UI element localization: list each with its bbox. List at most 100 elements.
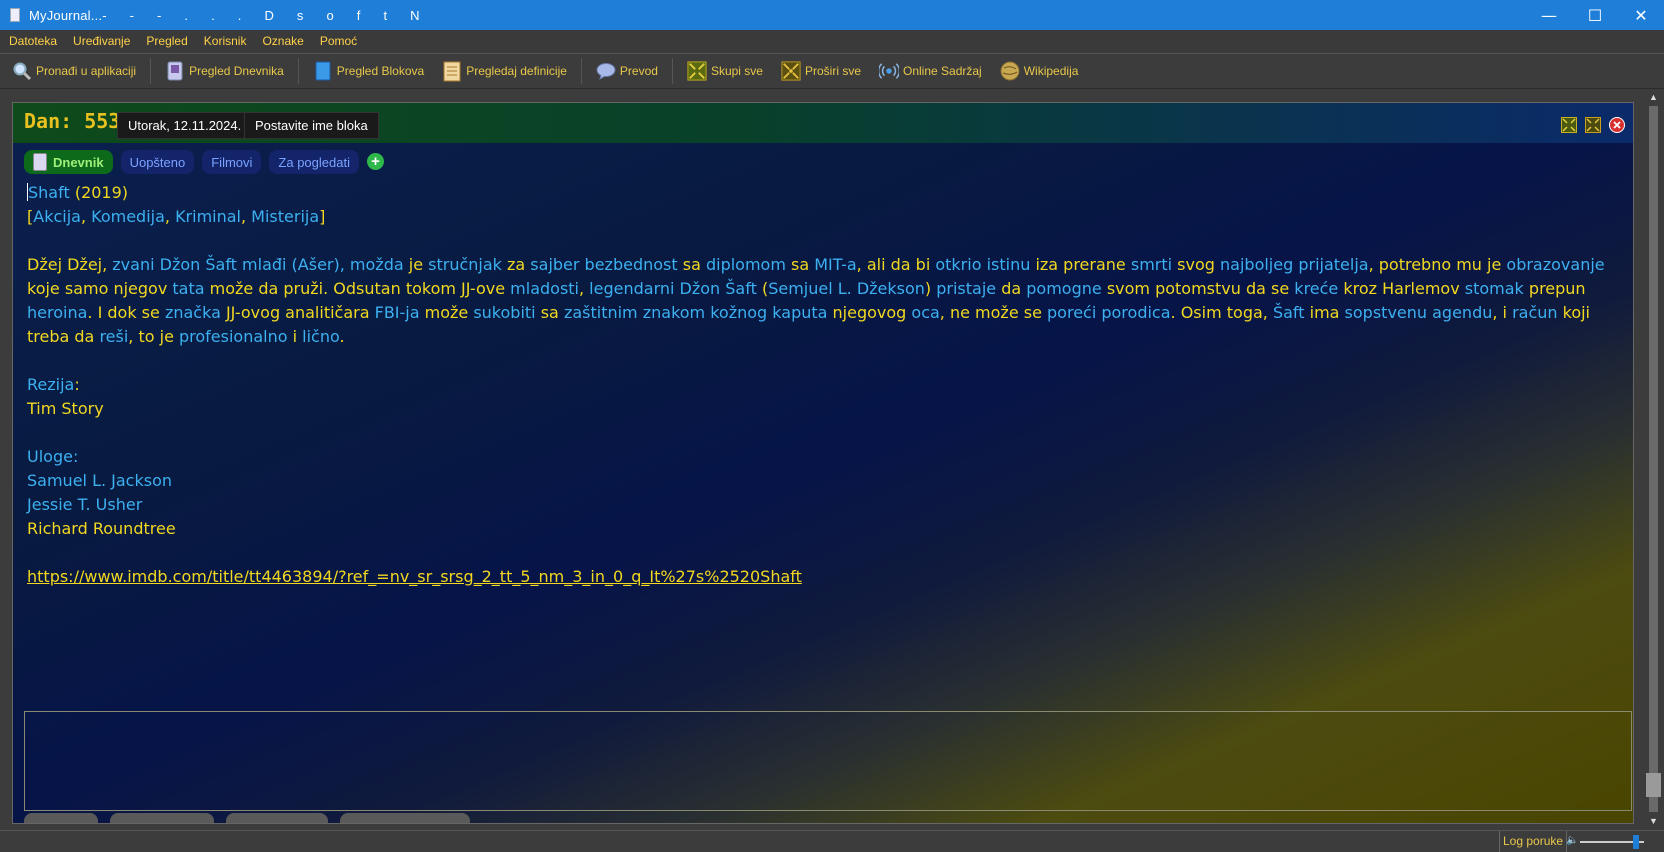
find-in-app-label: Pronađi u aplikaciji [36, 64, 137, 78]
description-segment: Semjuel L. Džekson [768, 279, 925, 298]
description-segment: sajber bezbednost [530, 255, 683, 274]
description-segment: značka [164, 303, 226, 322]
journal-icon [33, 153, 47, 171]
menu-oznake[interactable]: Oznake [262, 34, 303, 48]
imdb-link[interactable]: https://www.imdb.com/title/tt4463894/?re… [27, 567, 802, 586]
description-segment: sa [791, 255, 815, 274]
bottom-tab[interactable] [24, 813, 98, 823]
collapse-arrows-icon [687, 60, 707, 82]
journal-view-label: Pregled Dnevnika [189, 64, 284, 78]
magnifier-icon [12, 60, 32, 82]
menu-pomoc[interactable]: Pomoć [320, 34, 357, 48]
movie-description: Džej Džej, zvani Džon Šaft mlađi (Ašer),… [27, 253, 1619, 349]
vertical-scrollbar[interactable]: ▲ ▼ [1645, 90, 1662, 828]
description-segment: mladosti [510, 279, 579, 298]
notes-input-box[interactable] [24, 711, 1632, 811]
description-segment: je [408, 255, 429, 274]
minimize-button[interactable]: — [1526, 0, 1572, 30]
collapse-all-label: Skupi sve [710, 64, 763, 78]
log-messages-button[interactable]: Log poruke [1499, 831, 1568, 852]
tab-filmovi[interactable]: Filmovi [202, 150, 262, 174]
collapse-block-icon[interactable] [1561, 117, 1577, 133]
movie-year: (2019) [74, 183, 129, 202]
description-segment: sa [540, 303, 564, 322]
description-segment: otkrio istinu [935, 255, 1036, 274]
add-tab-button[interactable]: + [366, 153, 384, 170]
scroll-track[interactable] [1649, 106, 1658, 812]
speaker-icon: 🔈 [1566, 835, 1579, 846]
bottom-tab[interactable] [226, 813, 328, 823]
bottom-tab[interactable] [110, 813, 214, 823]
cast-member: Samuel L. Jackson [27, 471, 172, 490]
volume-slider-knob[interactable] [1633, 835, 1639, 849]
scroll-thumb[interactable] [1646, 773, 1661, 797]
bottom-tab[interactable] [340, 813, 470, 823]
cast-heading: Uloge: [27, 447, 79, 466]
online-content-label: Online Sadržaj [903, 64, 982, 78]
scroll-down-arrow-icon[interactable]: ▼ [1647, 814, 1660, 828]
definitions-view-button[interactable]: Pregledaj definicije [442, 60, 567, 82]
toolbar: Pronađi u aplikaciji Pregled Dnevnika Pr… [0, 53, 1664, 89]
globe-icon [1000, 60, 1020, 82]
blue-book-icon [313, 60, 333, 82]
description-segment: MIT-a [814, 255, 857, 274]
translate-label: Prevod [619, 64, 658, 78]
genre: Komedija [91, 207, 165, 226]
description-segment: sopstvenu [1344, 303, 1433, 322]
description-segment: i [292, 327, 303, 346]
director-heading: Rezija: [27, 375, 80, 394]
description-segment: ) [924, 279, 937, 298]
description-segment: , i [1492, 303, 1513, 322]
menu-uredivanje[interactable]: Uređivanje [73, 34, 130, 48]
speech-bubble-icon [596, 60, 616, 82]
movie-title: Shaft [28, 183, 70, 202]
expand-block-icon[interactable] [1585, 117, 1601, 133]
definitions-view-label: Pregledaj definicije [466, 64, 567, 78]
description-segment: Džej Džej, [27, 255, 113, 274]
tab-za-pogledati[interactable]: Za pogledati [269, 150, 359, 174]
online-content-button[interactable]: Online Sadržaj [879, 60, 982, 82]
app-icon [10, 8, 20, 22]
description-segment: koje samo njegov [27, 279, 173, 298]
description-segment: iza prerane [1035, 255, 1131, 274]
director-name: Tim Story [27, 399, 104, 418]
entry-text-editor[interactable]: Shaft (2019) [Akcija, Komedija, Kriminal… [27, 181, 1619, 589]
tab-dnevnik[interactable]: Dnevnik [24, 150, 113, 174]
description-segment: , ali da bi [856, 255, 936, 274]
scroll-up-arrow-icon[interactable]: ▲ [1647, 90, 1660, 104]
description-segment: , potrebno mu je [1368, 255, 1507, 274]
wikipedia-button[interactable]: Wikipedija [1000, 60, 1079, 82]
translate-button[interactable]: Prevod [596, 60, 658, 82]
collapse-all-button[interactable]: Skupi sve [687, 60, 763, 82]
tab-uopsteno[interactable]: Uopšteno [120, 150, 195, 174]
maximize-button[interactable]: ☐ [1572, 0, 1618, 30]
day-counter: Dan: 553 [24, 109, 121, 133]
expand-arrows-icon [781, 60, 801, 82]
description-segment: za [507, 255, 531, 274]
description-segment: . I dok se [87, 303, 165, 322]
title-bar: MyJournal...- - - . . . D s o f t N — ☐ … [0, 0, 1664, 30]
journal-icon [165, 60, 185, 82]
description-segment: , ne može se [939, 303, 1048, 322]
cast-member: Richard Roundtree [27, 519, 176, 538]
menu-korisnik[interactable]: Korisnik [204, 34, 247, 48]
blocks-view-button[interactable]: Pregled Blokova [313, 60, 424, 82]
description-segment: svom potomstvu da se [1106, 279, 1295, 298]
journal-block-panel: Dan: 553 Utorak, 12.11.2024. Postavite i… [12, 102, 1634, 824]
description-segment: da [1001, 279, 1027, 298]
set-block-name-button[interactable]: Postavite ime bloka [244, 112, 379, 139]
close-button[interactable]: ✕ [1618, 0, 1664, 30]
description-segment: reši [99, 327, 129, 346]
menu-datoteka[interactable]: Datoteka [9, 34, 57, 48]
menu-pregled[interactable]: Pregled [146, 34, 187, 48]
tab-label: Dnevnik [53, 154, 104, 170]
description-segment: pristaje [936, 279, 1002, 298]
description-segment: možda [349, 255, 409, 274]
close-block-icon[interactable] [1609, 117, 1625, 133]
date-field[interactable]: Utorak, 12.11.2024. [117, 112, 253, 139]
journal-view-button[interactable]: Pregled Dnevnika [165, 60, 284, 82]
wikipedia-label: Wikipedija [1023, 64, 1079, 78]
description-segment: agendu [1432, 303, 1493, 322]
find-in-app-button[interactable]: Pronađi u aplikaciji [12, 60, 136, 82]
expand-all-button[interactable]: Proširi sve [781, 60, 861, 82]
